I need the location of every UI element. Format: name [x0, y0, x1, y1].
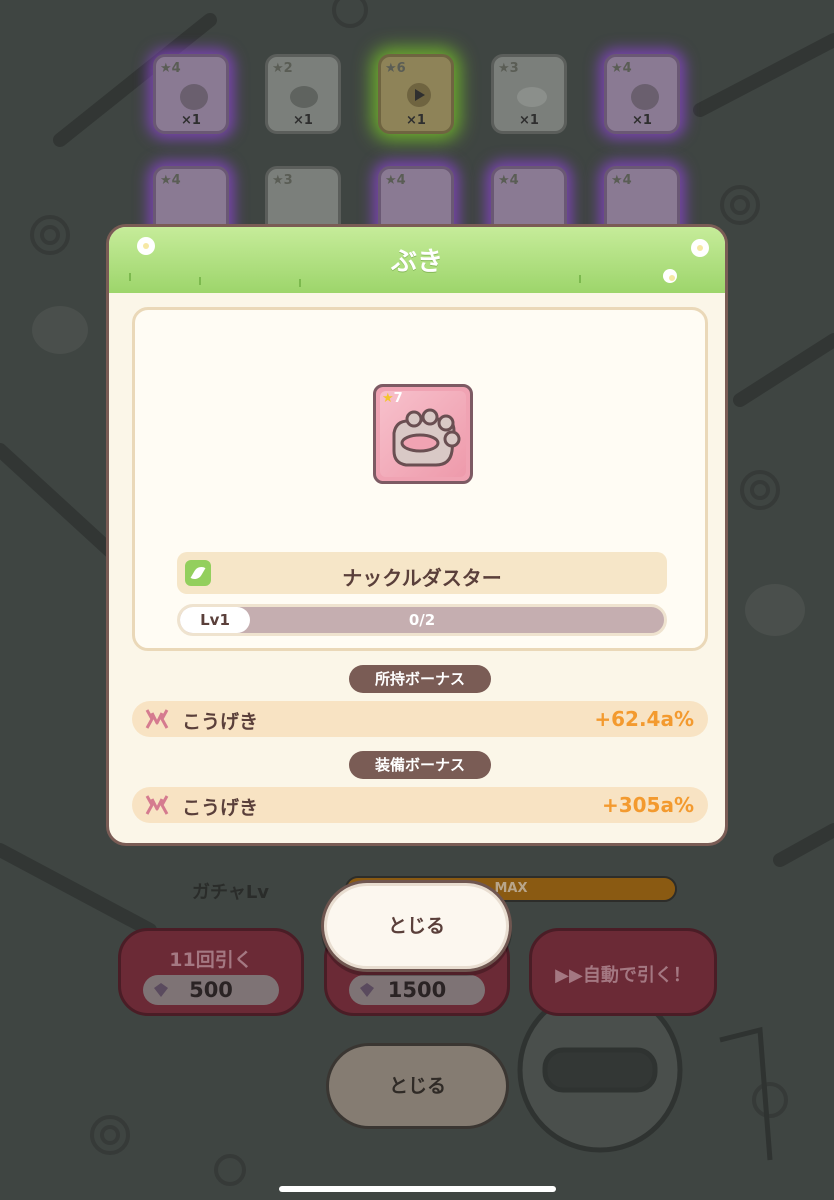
- star-count: 4: [509, 173, 519, 188]
- pull-11-cost-value: 500: [189, 978, 233, 1002]
- grid-item-card: ★2 ×1: [265, 54, 341, 134]
- star-count: 4: [396, 173, 406, 188]
- gem-icon: [154, 983, 168, 997]
- grid-item-card: ★3 ×1: [491, 54, 567, 134]
- creature-icon: [290, 86, 318, 108]
- attack-icon: [145, 709, 169, 729]
- grid-item-card: ★6 ×1: [378, 54, 454, 134]
- character-icon: [180, 84, 208, 110]
- background-close-button[interactable]: とじる: [326, 1043, 509, 1129]
- item-count: ×1: [519, 113, 539, 128]
- star-icon: ★3: [272, 173, 293, 188]
- star-count: 2: [283, 61, 293, 76]
- star-icon: ★4: [611, 61, 632, 76]
- item-name-bar: ナックルダスター: [177, 552, 667, 594]
- knuckle-duster-icon: [392, 408, 461, 467]
- star-count: 4: [171, 61, 181, 76]
- star-icon: ★3: [498, 61, 519, 76]
- star-icon: ★4: [160, 173, 181, 188]
- star-count: 6: [396, 61, 406, 76]
- item-name: ナックルダスター: [342, 566, 502, 590]
- grid-item-card: ★4 ×1: [153, 54, 229, 134]
- item-level-bar: Lv1 0/2: [177, 604, 667, 636]
- creature-icon: [517, 87, 547, 107]
- item-icon: ★7: [373, 384, 473, 484]
- auto-pull-button[interactable]: ▶▶自動で引く！: [529, 928, 717, 1016]
- owned-bonus-value: +62.4a%: [594, 707, 694, 731]
- star-count: 4: [171, 173, 181, 188]
- item-count: ×1: [406, 113, 426, 128]
- pull-big-cost-value: 1500: [387, 978, 447, 1002]
- spiked-ball-icon: [407, 83, 431, 107]
- item-star-count: 7: [393, 391, 403, 406]
- dialog-title: ぶき: [390, 247, 443, 277]
- equip-bonus-heading: 装備ボーナス: [349, 751, 491, 779]
- home-indicator[interactable]: [279, 1186, 556, 1192]
- equip-bonus-stat: こうげき: [182, 797, 259, 819]
- item-panel: ★7 ナックルダスター Lv1 0/2: [132, 307, 708, 651]
- star-icon: ★6: [385, 61, 406, 76]
- star-icon: ★4: [611, 173, 632, 188]
- star-count: 4: [622, 61, 632, 76]
- equip-bonus-value: +305a%: [601, 793, 694, 817]
- star-icon: ★: [382, 391, 394, 406]
- weapon-detail-dialog: ぶき ★7 ナックルダスター Lv1 0/2 所持ボーナス こうげき +62.4…: [106, 224, 728, 846]
- item-star-badge: ★7: [382, 391, 403, 406]
- pull-11-label: 11回引く: [169, 949, 253, 971]
- item-count: ×1: [293, 113, 313, 128]
- owned-bonus-stat: こうげき: [182, 711, 259, 733]
- character-icon: [631, 84, 659, 110]
- grass-decoration: [199, 277, 201, 285]
- pull-11-cost: 500: [143, 975, 279, 1005]
- owned-bonus-row: こうげき +62.4a%: [132, 701, 708, 737]
- pull-11-button[interactable]: 11回引く 500: [118, 928, 304, 1016]
- attack-icon: [145, 795, 169, 815]
- grass-decoration: [299, 279, 301, 287]
- grid-item-card: ★4 ×1: [604, 54, 680, 134]
- item-count: ×1: [181, 113, 201, 128]
- star-icon: ★4: [160, 61, 181, 76]
- star-icon: ★4: [498, 173, 519, 188]
- gacha-level-label: ガチャLv: [192, 882, 270, 903]
- pull-big-cost: 1500: [349, 975, 485, 1005]
- star-icon: ★2: [272, 61, 293, 76]
- equip-bonus-row: こうげき +305a%: [132, 787, 708, 823]
- item-progress: 0/2: [408, 611, 436, 629]
- star-count: 3: [283, 173, 293, 188]
- item-count: ×1: [632, 113, 652, 128]
- gem-icon: [360, 983, 374, 997]
- dialog-close-button[interactable]: とじる: [321, 880, 512, 972]
- auto-pull-label: ▶▶自動で引く！: [555, 965, 691, 986]
- star-icon: ★4: [385, 173, 406, 188]
- star-count: 3: [509, 61, 519, 76]
- owned-bonus-heading: 所持ボーナス: [349, 665, 491, 693]
- dialog-header: ぶき: [109, 227, 725, 293]
- star-count: 4: [622, 173, 632, 188]
